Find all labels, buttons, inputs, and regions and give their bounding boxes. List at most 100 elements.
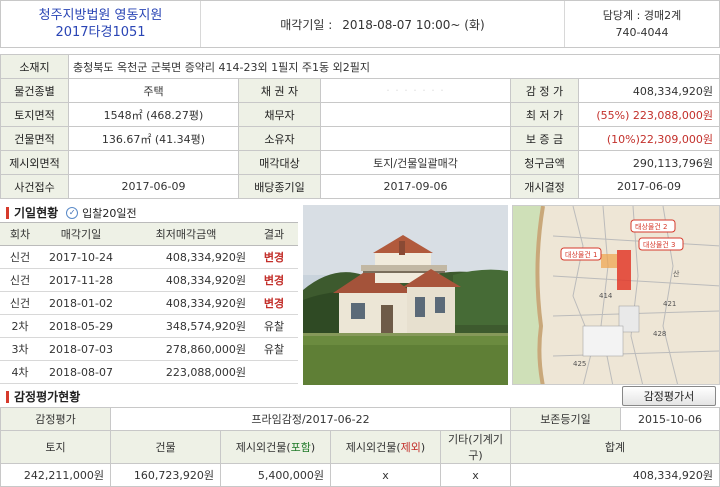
registration-label: 보존등기일 [510,407,621,431]
history-header: 회차 [0,222,40,246]
land-value: 242,211,000원 [0,463,111,487]
auction-history-table: 회차 매각기일 최저매각금액 결과 신건 2017-10-24 408,334,… [0,222,298,384]
parcel-number: 414 [599,292,613,300]
date-cell: 2018-08-07 [40,360,122,384]
result-cell: 유찰 [250,337,298,361]
date-cell: 2017-10-24 [40,245,122,269]
result-cell: 변경 [250,245,298,269]
history-title: 기일현황 [14,206,59,220]
registration-date: 2015-10-06 [620,407,720,431]
case-header: 청주지방법원 영동지원 2017타경1051 매각기일 : 2018-08-07… [0,0,720,48]
round-cell: 신건 [0,291,40,315]
info-value: 토지/건물일괄매각 [320,150,511,175]
court-name: 청주지방법원 영동지원 [38,8,163,23]
house-photo-image [303,205,508,385]
appraisal-label: 감정평가 [0,407,111,431]
case-number: 2017타경1051 [55,25,146,40]
section-marker [6,390,9,403]
table-row: 신건 2017-11-28 408,334,920원 변경 [0,268,298,292]
table-row: 신건 2018-01-02 408,334,920원 변경 [0,291,298,315]
info-value: 주택 [68,78,239,103]
info-value: 2017-09-06 [320,174,511,199]
header-text: ) [420,441,426,454]
result-cell: 유찰 [250,314,298,338]
header-text: ) [310,441,316,454]
minimum-price: (55%) 223,088,000원 [578,102,720,127]
info-label: 매각대상 [238,150,321,175]
col-header-machinery: 기타(기계기구) [440,430,511,464]
info-value: 1548㎡ (468.27평) [68,102,239,127]
info-label: 건물면적 [0,126,69,151]
price-cell: 408,334,920원 [122,291,250,315]
info-value: · · · · · · · [320,78,511,103]
info-value [68,150,239,175]
court-block: 청주지방법원 영동지원 2017타경1051 [1,1,201,47]
round-cell: 4차 [0,360,40,384]
check-circle-icon: ✓ [66,206,79,219]
history-header: 결과 [250,222,298,246]
extra-included-value: 5,400,000원 [220,463,331,487]
parcel-number: 421 [663,300,676,308]
appraisal-price: 408,334,920원 [578,78,720,103]
appraisal-table: 감정평가 프라임감정/2017-06-22 보존등기일 2015-10-06 토… [0,407,720,487]
sale-date-label: 매각기일 : [280,17,333,32]
round-cell: 신건 [0,268,40,292]
appraisal-firm-date: 프라임감정/2017-06-22 [110,407,511,431]
price-cell: 408,334,920원 [122,245,250,269]
table-row: 3차 2018-07-03 278,860,000원 유찰 [0,337,298,361]
col-header-extra-excluded: 제시외건물(제외) [330,430,441,464]
address-label: 소재지 [0,54,69,79]
property-info-table: 소재지 충청북도 옥천군 군북면 증약리 414-23외 1필지 주1동 외2필… [0,54,720,199]
total-value: 408,334,920원 [510,463,720,487]
info-value: 2017-06-09 [578,174,720,199]
round-cell: 신건 [0,245,40,269]
round-cell: 3차 [0,337,40,361]
info-label: 개시결정 [510,174,579,199]
contact-block: 담당계 : 경매2계 740-4044 [564,1,719,47]
appraisal-report-button[interactable]: 감정평가서 [622,386,716,406]
header-text: 제외 [400,441,421,454]
info-label: 청구금액 [510,150,579,175]
parcel-number: 산 [673,269,680,278]
result-cell [250,360,298,384]
round-cell: 2차 [0,314,40,338]
info-label: 배당종기일 [238,174,321,199]
info-value [320,102,511,127]
appraisal-title: 감정평가현황 [14,390,81,404]
result-cell: 변경 [250,291,298,315]
date-cell: 2018-07-03 [40,337,122,361]
sale-date-value: 2018-08-07 10:00~ (화) [342,17,485,32]
map-label: 대상물건 1 [565,250,597,259]
info-label: 채무자 [238,102,321,127]
info-label: 제시외면적 [0,150,69,175]
section-marker [6,206,9,219]
history-header: 최저매각금액 [122,222,250,246]
cadastral-map-image: 대상물건 1 태상물건 2 대상물건 3 414 산 421 428 425 [513,206,719,384]
date-cell: 2018-01-02 [40,291,122,315]
appraisal-section-title: 감정평가현황 [6,388,80,405]
table-row: 4차 2018-08-07 223,088,000원 [0,360,298,384]
price-cell: 278,860,000원 [122,337,250,361]
info-label: 보 증 금 [510,126,579,151]
date-cell: 2017-11-28 [40,268,122,292]
bid-countdown-text: 입찰20일전 [82,206,137,220]
deposit-value: (10%)22,309,000원 [578,126,720,151]
info-label: 채 권 자 [238,78,321,103]
history-section-title: 기일현황 ✓ 입찰20일전 [6,204,137,221]
contact-phone: 740-4044 [615,26,669,39]
building-value: 160,723,920원 [110,463,221,487]
table-row: 2차 2018-05-29 348,574,920원 유찰 [0,314,298,338]
bid-countdown: ✓ 입찰20일전 [66,205,137,221]
map-label: 태상물건 2 [635,222,667,231]
info-label: 물건종별 [0,78,69,103]
location-map[interactable]: 대상물건 1 태상물건 2 대상물건 3 414 산 421 428 425 [512,205,720,385]
property-photo[interactable] [303,205,508,385]
info-value [320,126,511,151]
machinery-value: x [440,463,511,487]
parcel-number: 425 [573,360,586,368]
header-text: 제시외건물( [235,441,291,454]
info-label: 최 저 가 [510,102,579,127]
table-row: 신건 2017-10-24 408,334,920원 변경 [0,245,298,269]
col-header-land: 토지 [0,430,111,464]
contact-dept: 담당계 : 경매2계 [602,9,682,22]
